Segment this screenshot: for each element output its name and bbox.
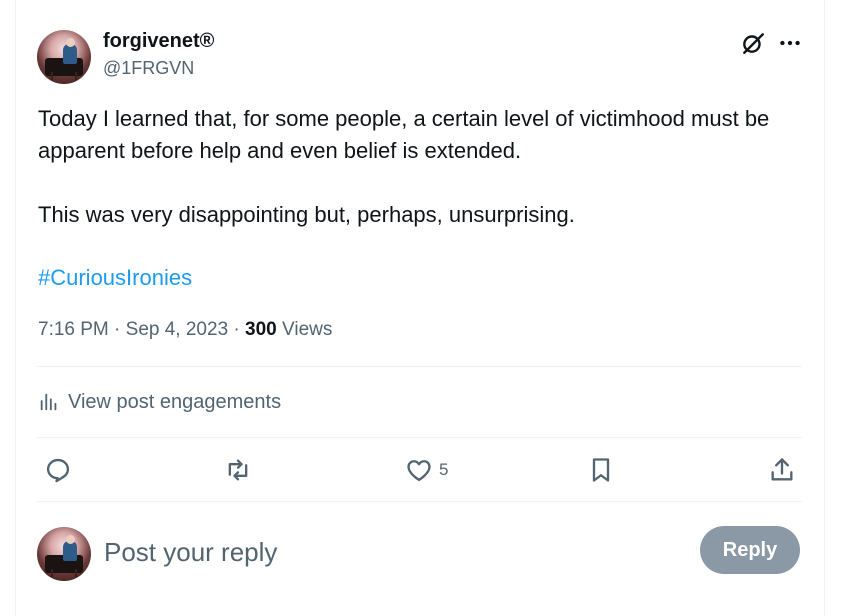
analytics-icon	[40, 393, 57, 411]
reply-submit-button[interactable]: Reply	[700, 526, 800, 574]
bookmark-icon	[592, 458, 610, 482]
tweet-meta: 7:16 PM · Sep 4, 2023 · 300 Views	[38, 319, 333, 340]
views-count: 300	[245, 319, 277, 340]
tweet-date[interactable]: Sep 4, 2023	[126, 319, 228, 340]
tweet-time[interactable]: 7:16 PM	[38, 319, 109, 340]
like-count: 5	[439, 460, 449, 479]
like-button[interactable]: 5	[405, 455, 448, 485]
share-icon	[771, 458, 793, 481]
hashtag-link[interactable]: #CuriousIronies	[38, 265, 192, 291]
user-avatar[interactable]	[37, 527, 91, 581]
author-avatar[interactable]	[37, 30, 91, 84]
reply-input[interactable]	[104, 532, 664, 572]
view-engagements-label: View post engagements	[68, 390, 282, 413]
divider	[37, 366, 802, 367]
repost-button[interactable]	[224, 455, 252, 485]
like-icon	[407, 460, 431, 482]
tweet-text: Today I learned that, for some people, a…	[38, 103, 808, 231]
views-label: Views	[282, 319, 333, 340]
author-handle[interactable]: @1FRGVN	[103, 58, 194, 79]
more-icon[interactable]	[777, 30, 803, 56]
divider	[37, 501, 802, 502]
share-button[interactable]	[768, 455, 796, 485]
grok-icon[interactable]	[740, 30, 766, 56]
tweet-paragraph: This was very disappointing but, perhaps…	[38, 202, 575, 227]
reply-icon	[46, 458, 70, 483]
bookmark-button[interactable]	[587, 455, 615, 485]
tweet-panel	[15, 0, 825, 616]
repost-icon	[228, 459, 248, 481]
reply-button-action[interactable]	[44, 455, 72, 485]
divider	[37, 437, 802, 438]
author-display-name[interactable]: forgivenet®	[103, 30, 214, 53]
tweet-paragraph: Today I learned that, for some people, a…	[38, 106, 770, 163]
view-engagements-link[interactable]: View post engagements	[38, 388, 281, 416]
